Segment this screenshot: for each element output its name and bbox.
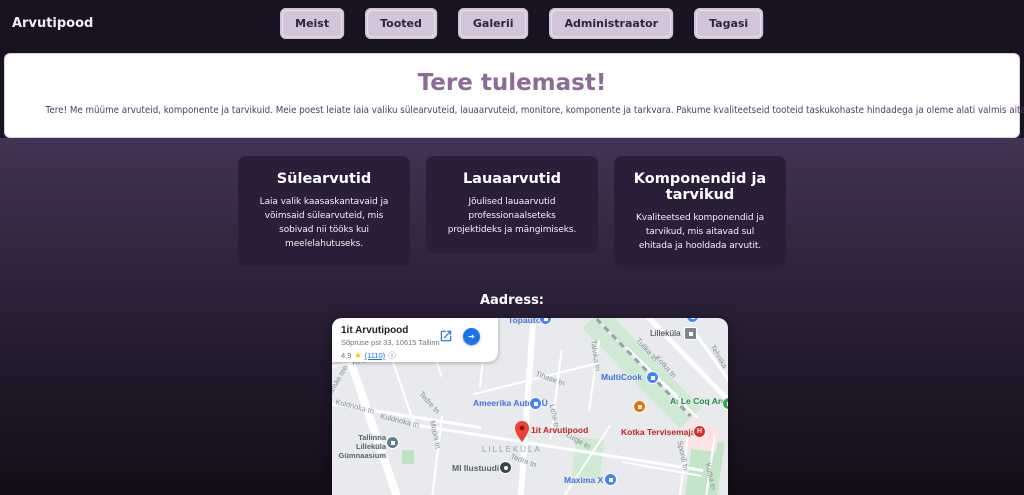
star-icon: ★: [354, 351, 361, 360]
map-info-card: 1it Arvutipood Sõpruse pst 33, 10615 Tal…: [332, 318, 498, 362]
car-dealer-poi-icon[interactable]: [529, 397, 542, 410]
map-road: [474, 363, 596, 395]
transit-poi-icon[interactable]: [686, 318, 699, 323]
train-station-icon[interactable]: [684, 327, 697, 340]
page-title: Tere tulemast!: [5, 70, 1019, 96]
top-navbar: Arvutipood Meist Tooted Galerii Administ…: [0, 0, 1024, 53]
nav-button-administraator[interactable]: Administraator: [550, 8, 674, 39]
card-title: Komponendid ja tarvikud: [628, 171, 772, 203]
beauty-poi-icon[interactable]: [499, 461, 512, 474]
stadium-poi-icon[interactable]: [722, 397, 728, 410]
open-in-new-icon[interactable]: [439, 329, 453, 343]
poi-label-ilustuudio[interactable]: MI Ilustuudio: [452, 463, 504, 473]
place-rating-row: 4,9 ★ (1110) ⓘ: [341, 350, 498, 361]
card-text: Jõulised lauaarvutid professionaalseteks…: [440, 196, 584, 238]
map-park-square: [402, 450, 414, 464]
restaurant-poi-icon[interactable]: [633, 400, 646, 413]
card-komponendid: Komponendid ja tarvikud Kvaliteetsed kom…: [614, 156, 786, 269]
nav-buttons: Meist Tooted Galerii Administraator Taga…: [280, 8, 763, 39]
google-map-embed[interactable]: Kirsi tn Mustamäe tee Kuldnoka tn Kuldno…: [332, 318, 728, 495]
school-poi-icon[interactable]: [386, 436, 399, 449]
card-text: Laia valik kaasaskantavaid ja võimsaid s…: [252, 196, 396, 252]
nav-button-tooted[interactable]: Tooted: [365, 8, 437, 39]
nav-button-tagasi[interactable]: Tagasi: [694, 8, 763, 39]
poi-label-lillekyla-station[interactable]: Lilleküla: [650, 328, 681, 338]
map-pin-label[interactable]: 1it Arvutipood: [531, 425, 588, 435]
hospital-letter: H: [697, 428, 702, 435]
street-label: Tedre tn: [417, 389, 442, 415]
category-cards: Sülearvutid Laia valik kaasaskantavaid j…: [0, 156, 1024, 269]
main-section: Sülearvutid Laia valik kaasaskantavaid j…: [0, 138, 1024, 495]
reviews-link[interactable]: (1110): [365, 351, 386, 360]
shop-poi-icon[interactable]: [646, 371, 659, 384]
address-heading: Aadress:: [0, 293, 1024, 308]
card-title: Lauaarvutid: [440, 171, 584, 187]
poi-label-maxima[interactable]: Maxima X: [564, 475, 603, 485]
welcome-banner: Tere tulemast! Tere! Me müüme arvuteid, …: [4, 53, 1020, 138]
welcome-text: Tere! Me müüme arvuteid, komponente ja t…: [46, 105, 979, 116]
card-lauaarvutid: Lauaarvutid Jõulised lauaarvutid profess…: [426, 156, 598, 253]
info-circle-icon: ⓘ: [388, 350, 396, 361]
poi-label-topauto[interactable]: Topauto: [508, 318, 541, 325]
district-label-lillekyla: LILLEKÜLA: [482, 445, 542, 454]
street-label: Kuldnoka tn: [334, 397, 375, 415]
brand-logo: Arvutipood: [12, 16, 93, 31]
nav-button-meist[interactable]: Meist: [280, 8, 344, 39]
hospital-poi-icon[interactable]: H: [693, 425, 706, 438]
supermarket-poi-icon[interactable]: [604, 473, 617, 486]
poi-label-multicook[interactable]: MultiCook: [601, 372, 642, 382]
card-sulearvutid: Sülearvutid Laia valik kaasaskantavaid j…: [238, 156, 410, 267]
directions-button[interactable]: [463, 328, 480, 345]
poi-label-gymnasium[interactable]: Tallinna Lilleküla Gümnaasium: [332, 433, 386, 460]
poi-label-kotka-tervisemaja[interactable]: Kotka Tervisemaja: [621, 427, 696, 437]
poi-label-le-coq-arena[interactable]: A. Le Coq Arena: [670, 396, 728, 406]
nav-button-galerii[interactable]: Galerii: [458, 8, 529, 39]
rating-value: 4,9: [341, 351, 351, 360]
map-pin-icon[interactable]: [515, 421, 529, 447]
card-title: Sülearvutid: [252, 171, 396, 187]
card-text: Kvaliteetsed komponendid ja tarvikud, mi…: [628, 212, 772, 254]
